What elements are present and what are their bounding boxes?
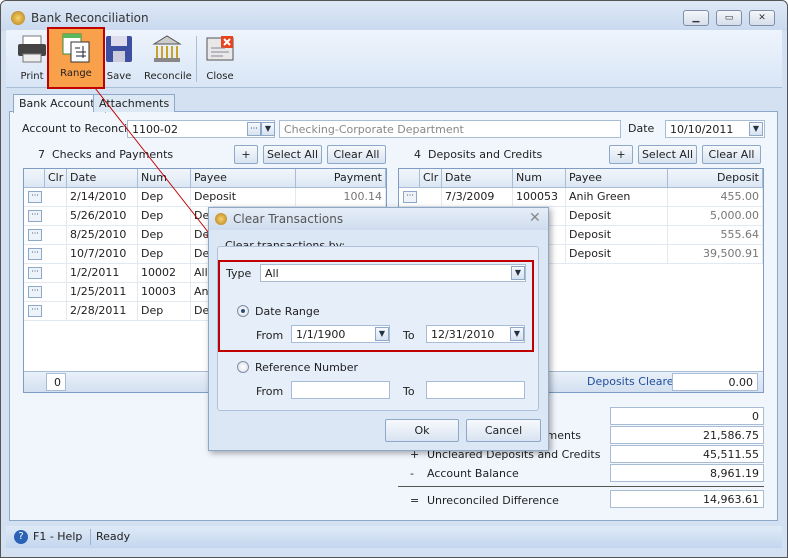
date-to-label: To bbox=[403, 329, 415, 342]
dialog-close-icon[interactable]: ✕ bbox=[529, 210, 541, 226]
ref-from-label: From bbox=[256, 385, 284, 398]
ref-to-input[interactable] bbox=[426, 381, 525, 399]
date-range-radio[interactable] bbox=[237, 305, 249, 317]
cancel-button[interactable]: Cancel bbox=[466, 419, 541, 442]
dialog-title: Clear Transactions bbox=[233, 212, 344, 226]
date-to-dropdown-icon[interactable]: ▼ bbox=[510, 327, 524, 341]
dialog-icon bbox=[215, 213, 227, 225]
date-from-dropdown-icon[interactable]: ▼ bbox=[375, 327, 389, 341]
date-range-label: Date Range bbox=[255, 305, 320, 318]
reference-radio[interactable] bbox=[237, 361, 249, 373]
clear-transactions-dialog: Clear Transactions ✕ Clear transactions … bbox=[208, 207, 549, 451]
type-dropdown-icon[interactable]: ▼ bbox=[511, 266, 525, 280]
type-select[interactable]: All bbox=[260, 264, 526, 282]
dialog-title-bar: Clear Transactions ✕ bbox=[209, 208, 548, 230]
ok-button[interactable]: Ok bbox=[385, 419, 459, 442]
type-label: Type bbox=[226, 267, 252, 280]
ref-to-label: To bbox=[403, 385, 415, 398]
date-from-label: From bbox=[256, 329, 284, 342]
ref-from-input[interactable] bbox=[291, 381, 390, 399]
reference-label: Reference Number bbox=[255, 361, 359, 374]
